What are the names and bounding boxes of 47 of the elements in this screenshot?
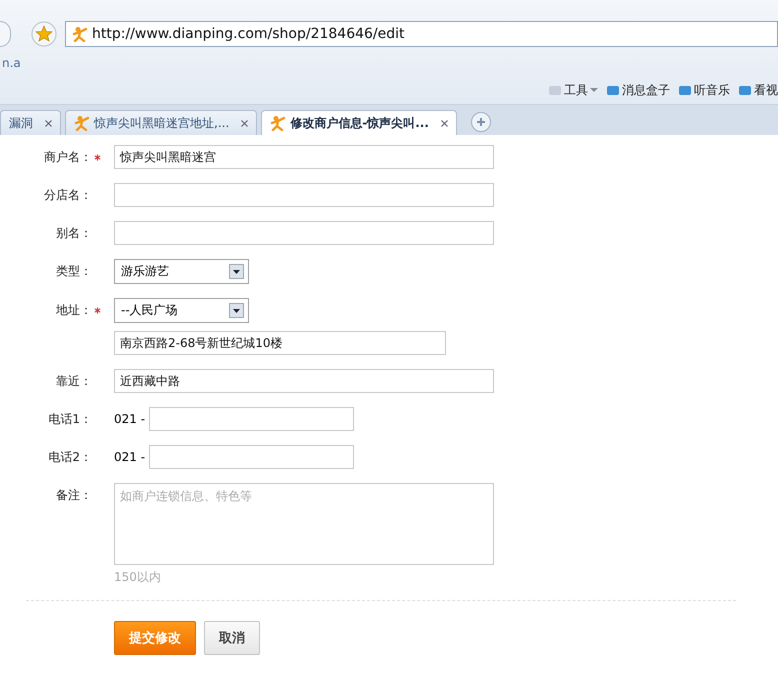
text-field[interactable]	[149, 407, 354, 431]
app-icon	[738, 83, 752, 97]
field-label: 电话2：	[47, 449, 93, 466]
text-field[interactable]: 南京西路2-68号新世纪城10楼	[114, 331, 446, 355]
toolbar-item[interactable]: 消息盒子	[606, 82, 670, 98]
field-label: 电话1：	[47, 411, 93, 428]
asterisk-icon	[94, 154, 101, 162]
toolbar-item[interactable]: 看视	[738, 82, 778, 98]
field-label: 地址：	[0, 298, 101, 322]
text-field[interactable]	[114, 183, 494, 207]
asterisk-icon	[94, 307, 101, 314]
close-icon[interactable]	[241, 120, 248, 126]
toolbar-item[interactable]: 工具	[548, 82, 598, 98]
toolbar-item[interactable]: 听音乐	[678, 82, 730, 98]
caret-icon	[590, 87, 598, 93]
text-field[interactable]	[114, 221, 494, 245]
person-logo-icon	[74, 115, 90, 131]
browser-tab[interactable]: 惊声尖叫黑暗迷宫地址,...	[65, 110, 258, 135]
field-label: 别名：	[55, 225, 93, 242]
field-label: 分店名：	[43, 187, 93, 204]
field-label: 商户名：	[0, 145, 101, 169]
hint-text: 150以内	[114, 569, 162, 586]
area-code: 021 -	[114, 411, 146, 428]
text-field[interactable]	[149, 445, 354, 469]
plus-icon	[476, 117, 486, 127]
close-icon[interactable]	[440, 120, 448, 126]
app-icon	[606, 83, 620, 97]
new-tab-button[interactable]	[470, 112, 491, 132]
cancel-button[interactable]: 取消	[204, 621, 260, 655]
text-field[interactable]: 近西藏中路	[114, 369, 494, 393]
text-field[interactable]: 惊声尖叫黑暗迷宫	[114, 145, 494, 169]
browser-tab[interactable]: 修改商户信息-惊声尖叫...	[261, 110, 457, 135]
toolbox-icon	[548, 83, 562, 97]
bookmark-link[interactable]: n.a	[2, 56, 21, 70]
field-label: 靠近：	[55, 373, 93, 390]
person-logo-icon	[72, 26, 88, 42]
dropdown-field[interactable]: 游乐游艺	[114, 259, 249, 284]
back-button[interactable]	[0, 21, 11, 47]
person-logo-icon	[270, 115, 286, 131]
close-icon[interactable]	[45, 120, 52, 126]
browser-tab[interactable]: 漏洞	[0, 110, 61, 135]
dropdown-field[interactable]: --人民广场	[114, 298, 249, 323]
app-icon	[678, 83, 692, 97]
field-label: 备注：	[55, 487, 93, 504]
address-bar[interactable]: http://www.dianping.com/shop/2184646/edit	[65, 21, 778, 47]
field-label: 类型：	[55, 263, 93, 280]
area-code: 021 -	[114, 449, 146, 466]
